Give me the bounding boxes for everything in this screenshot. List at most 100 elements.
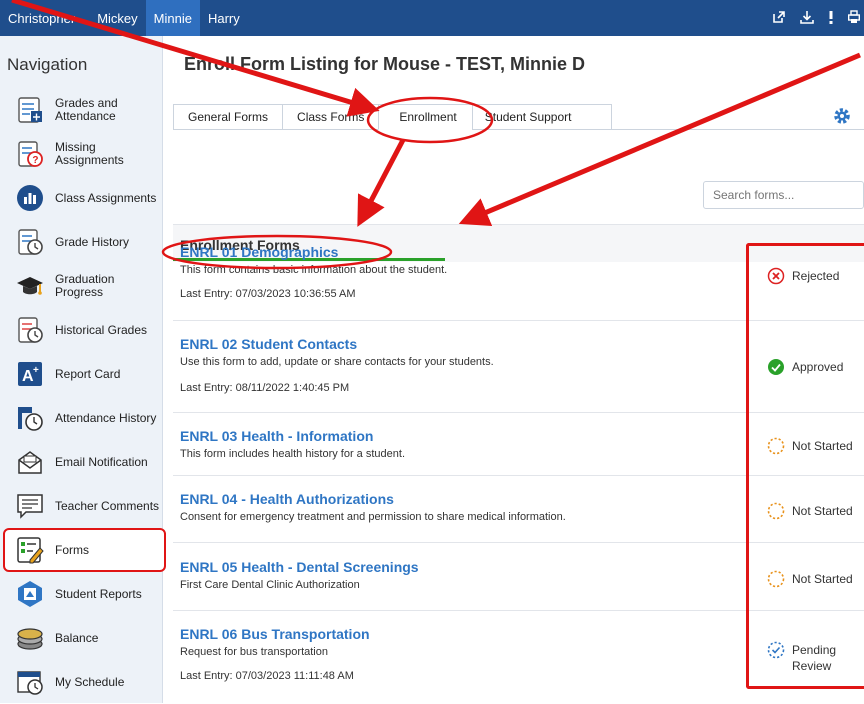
approved-icon [767,358,785,376]
sidebar-item-teacher-comments[interactable]: Teacher Comments [0,484,162,528]
balance-icon [16,624,44,652]
download-icon[interactable] [800,10,814,27]
report-card-icon: A + [16,360,44,388]
comments-icon [16,492,44,520]
schedule-icon [16,668,44,696]
list-item: ENRL 02 Student Contacts Use this form t… [180,336,740,394]
status-badge: Rejected [767,267,839,285]
not-started-icon [767,502,785,520]
student-tab-minnie[interactable]: Minnie [145,0,200,36]
sidebar-item-label: Class Assignments [55,190,157,205]
gear-icon[interactable] [832,106,852,131]
sidebar-item-grade-history[interactable]: Grade History [0,220,162,264]
form-description: Use this form to add, update or share co… [180,356,494,368]
student-tab-harry[interactable]: Harry [200,0,248,36]
search-input[interactable] [703,181,864,209]
form-last-entry: Last Entry: 07/03/2023 11:11:48 AM [180,670,354,682]
status-badge: Pending Review [767,641,836,674]
forms-icon [16,536,44,564]
sidebar-item-forms[interactable]: Forms [0,528,166,572]
sidebar-item-label: Grades and Attendance [55,96,118,123]
status-text: Pending Review [792,642,836,674]
form-description: Request for bus transportation [180,646,328,658]
sidebar-item-label: Missing Assignments [55,140,124,167]
email-icon [16,448,44,476]
status-text: Not Started [792,439,853,453]
sidebar-item-label: Grade History [55,234,130,249]
student-tab-christopher[interactable]: Christopher [0,0,83,36]
status-text: Not Started [792,504,853,518]
status-text: Approved [792,360,844,374]
form-link[interactable]: ENRL 02 Student Contacts [180,336,740,352]
list-item: ENRL 05 Health - Dental Screenings First… [180,559,740,591]
main-content: Enroll Form Listing for Mouse - TEST, Mi… [163,36,864,703]
printer-icon[interactable] [847,9,861,27]
sidebar-item-label: Report Card [55,366,121,381]
sidebar-item-class-assignments[interactable]: Class Assignments [0,176,162,220]
tab-enrollment[interactable]: Enrollment [378,104,472,130]
status-text: Not Started [792,572,853,586]
status-badge: Approved [767,358,843,376]
sidebar-item-my-schedule[interactable]: My Schedule [0,660,162,704]
form-link[interactable]: ENRL 01 Demographics [180,244,740,260]
status-badge: Not Started [767,437,853,455]
status-text-line2: Review [792,659,832,673]
sidebar-item-label: Teacher Comments [55,498,160,513]
page-title: Enroll Form Listing for Mouse - TEST, Mi… [184,54,586,74]
class-assignments-icon [16,184,44,212]
list-item: ENRL 04 - Health Authorizations Consent … [180,491,740,523]
form-description: First Care Dental Clinic Authorization [180,579,360,591]
sidebar-item-label: Email Notification [55,454,148,469]
tab-general-forms[interactable]: General Forms [173,104,283,130]
sidebar-item-label: Student Reports [55,586,142,601]
sidebar-item-label: My Schedule [55,674,125,689]
list-item: ENRL 03 Health - Information This form i… [180,428,740,460]
sidebar-item-email-notification[interactable]: Email Notification [0,440,162,484]
sidebar-item-balance[interactable]: Balance [0,616,162,660]
external-link-icon[interactable] [772,10,786,27]
form-description: This form contains basic information abo… [180,264,448,276]
status-text: Rejected [792,269,840,283]
attendance-history-icon [16,404,44,432]
form-tabs: General Forms Class Forms Enrollment Stu… [173,104,613,130]
sidebar-item-label: Attendance History [55,410,157,425]
missing-assignments-icon: ? [16,140,44,168]
sidebar-item-student-reports[interactable]: Student Reports [0,572,162,616]
sidebar-item-attendance-history[interactable]: Attendance History [0,396,162,440]
student-tab-mickey[interactable]: Mickey [83,0,145,36]
form-link[interactable]: ENRL 04 - Health Authorizations [180,491,740,507]
not-started-icon [767,437,785,455]
grade-history-icon [16,228,44,256]
form-link[interactable]: ENRL 06 Bus Transportation [180,626,740,642]
form-last-entry: Last Entry: 08/11/2022 1:40:45 PM [180,382,350,394]
status-text-line1: Pending [792,643,837,657]
sidebar-item-graduation-progress[interactable]: Graduation Progress [0,264,162,308]
graduation-cap-icon [16,272,44,300]
sidebar-item-historical-grades[interactable]: Historical Grades [0,308,162,352]
sidebar: Navigation Grades and Attendance ? Missi… [0,36,166,704]
tab-class-forms[interactable]: Class Forms [282,104,379,130]
sidebar-item-label: Balance [55,630,99,645]
sidebar-item-grades-attendance[interactable]: Grades and Attendance [0,88,162,132]
tab-student-support[interactable]: Student Support [471,104,613,130]
form-link[interactable]: ENRL 03 Health - Information [180,428,740,444]
top-bar: Christopher Mickey Minnie Harry [0,0,864,36]
svg-text:+: + [33,365,39,376]
list-item: ENRL 06 Bus Transportation Request for b… [180,626,740,682]
grades-attendance-icon [16,96,44,124]
alert-icon[interactable] [828,10,834,27]
sidebar-item-label: Forms [55,542,89,557]
form-description: This form includes health history for a … [180,448,405,460]
sidebar-item-report-card[interactable]: A + Report Card [0,352,162,396]
sidebar-item-label: Graduation Progress [55,272,115,299]
sidebar-item-missing-assignments[interactable]: ? Missing Assignments [0,132,162,176]
list-item: ENRL 01 Demographics This form contains … [180,244,740,300]
sidebar-item-label: Historical Grades [55,322,148,337]
form-description: Consent for emergency treatment and perm… [180,511,566,523]
historical-grades-icon [16,316,44,344]
form-link[interactable]: ENRL 05 Health - Dental Screenings [180,559,740,575]
status-badge: Not Started [767,502,853,520]
student-reports-icon [16,580,44,608]
pending-review-icon [767,641,785,659]
status-badge: Not Started [767,570,853,588]
